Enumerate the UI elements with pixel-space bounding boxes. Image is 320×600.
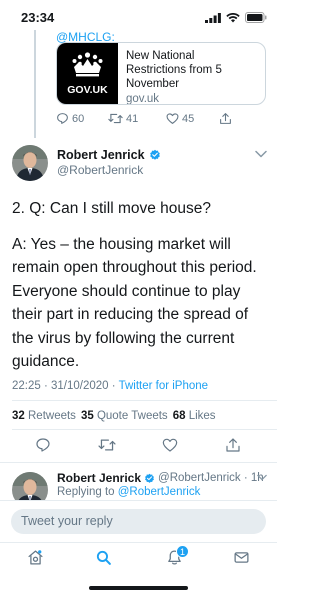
status-icons: [205, 12, 267, 23]
prev-reply-button[interactable]: 60: [56, 112, 84, 125]
link-card-domain: gov.uk: [126, 93, 160, 105]
reply-author-handle: @RobertJenrick · 1h: [158, 472, 264, 484]
replying-to: Replying to @RobertJenrick: [57, 486, 200, 498]
likes-label: Likes: [188, 410, 216, 422]
prev-reply-count: 60: [72, 112, 85, 125]
crown-icon: [72, 52, 103, 77]
prev-retweet-count: 41: [126, 112, 139, 125]
share-icon: [226, 438, 240, 452]
retweet-icon: [98, 439, 116, 451]
share-icon: [220, 113, 231, 124]
retweet-button[interactable]: [98, 437, 116, 458]
reply-button[interactable]: [35, 437, 51, 458]
chevron-down-icon[interactable]: [257, 474, 267, 481]
share-button[interactable]: [225, 437, 241, 458]
divider: [12, 400, 277, 401]
replying-to-prefix: Replying to: [57, 486, 118, 498]
divider: [12, 429, 277, 430]
tweet-action-bar: [0, 437, 277, 459]
notification-badge: 1: [176, 545, 189, 558]
tab-bar: 1: [0, 542, 277, 572]
search-icon: [96, 550, 111, 565]
avatar-image: [12, 145, 48, 181]
timestamp-text: 22:25 · 31/10/2020 ·: [12, 380, 119, 392]
reply-icon: [57, 113, 68, 124]
replying-to-handle[interactable]: @RobertJenrick: [118, 486, 201, 498]
tweet-answer: A: Yes – the housing market will remain …: [12, 235, 257, 371]
govuk-logo-text: GOV.UK: [67, 84, 108, 96]
likes-count: 68: [172, 410, 186, 422]
thread-line: [34, 30, 36, 138]
retweets-count: 32: [12, 410, 25, 422]
retweets-stat[interactable]: 32 Retweets: [12, 410, 76, 422]
heart-icon: [162, 438, 178, 452]
signal-icon: [205, 12, 221, 23]
tweet-question: 2. Q: Can I still move house?: [12, 200, 212, 217]
prev-retweet-button[interactable]: 41: [108, 112, 138, 125]
author-name[interactable]: Robert Jenrick: [57, 148, 161, 162]
tweet-text: 2. Q: Can I still move house? A: Yes – t…: [12, 197, 272, 374]
tweet-stats: 32 Retweets 35 Quote Tweets 68 Likes: [12, 410, 216, 422]
reply-author-name: Robert Jenrick: [57, 471, 142, 485]
tab-search[interactable]: [95, 549, 112, 571]
quotes-count: 35: [80, 410, 94, 422]
quotes-stat[interactable]: 35 Quote Tweets: [81, 410, 168, 422]
link-card-meta: New National Restrictions from 5 Novembe…: [118, 43, 265, 104]
prev-like-count: 45: [182, 112, 195, 125]
wifi-icon: [226, 12, 240, 22]
prev-like-button[interactable]: 45: [166, 112, 194, 125]
tweet-timestamp: 22:25 · 31/10/2020 · Twitter for iPhone: [12, 380, 208, 392]
retweets-label: Retweets: [28, 410, 76, 422]
tweet-source[interactable]: Twitter for iPhone: [119, 380, 208, 392]
retweet-icon: [108, 113, 123, 124]
divider: [0, 462, 277, 463]
link-card-thumbnail: GOV.UK: [57, 43, 118, 104]
home-icon: [28, 550, 43, 565]
tab-messages[interactable]: [233, 549, 250, 571]
likes-stat[interactable]: 68 Likes: [173, 410, 216, 422]
compose-bar: Tweet your reply: [0, 500, 277, 540]
previous-tweet-actions: 60 41 45: [56, 112, 256, 128]
author-name-text: Robert Jenrick: [57, 148, 145, 162]
avatar[interactable]: [12, 145, 48, 181]
reply-icon: [36, 438, 50, 452]
status-time: 23:34: [21, 10, 55, 25]
heart-icon: [166, 113, 179, 124]
prev-share-button[interactable]: [219, 112, 232, 125]
home-indicator: [89, 586, 188, 590]
verified-icon: [149, 149, 160, 160]
chevron-down-icon[interactable]: [255, 150, 267, 158]
link-card[interactable]: GOV.UK New National Restrictions from 5 …: [56, 42, 266, 105]
status-bar: 23:34: [0, 0, 277, 36]
like-button[interactable]: [162, 437, 178, 458]
battery-icon: [245, 12, 267, 23]
reply-input[interactable]: Tweet your reply: [11, 509, 266, 534]
mail-icon: [234, 552, 249, 563]
author-handle[interactable]: @RobertJenrick: [57, 163, 143, 177]
reply-header[interactable]: Robert Jenrick @RobertJenrick · 1h: [57, 471, 264, 485]
quotes-label: Quote Tweets: [96, 410, 168, 422]
link-card-title: New National Restrictions from 5 Novembe…: [126, 50, 222, 90]
tab-home[interactable]: [27, 549, 44, 571]
verified-icon: [145, 473, 154, 483]
